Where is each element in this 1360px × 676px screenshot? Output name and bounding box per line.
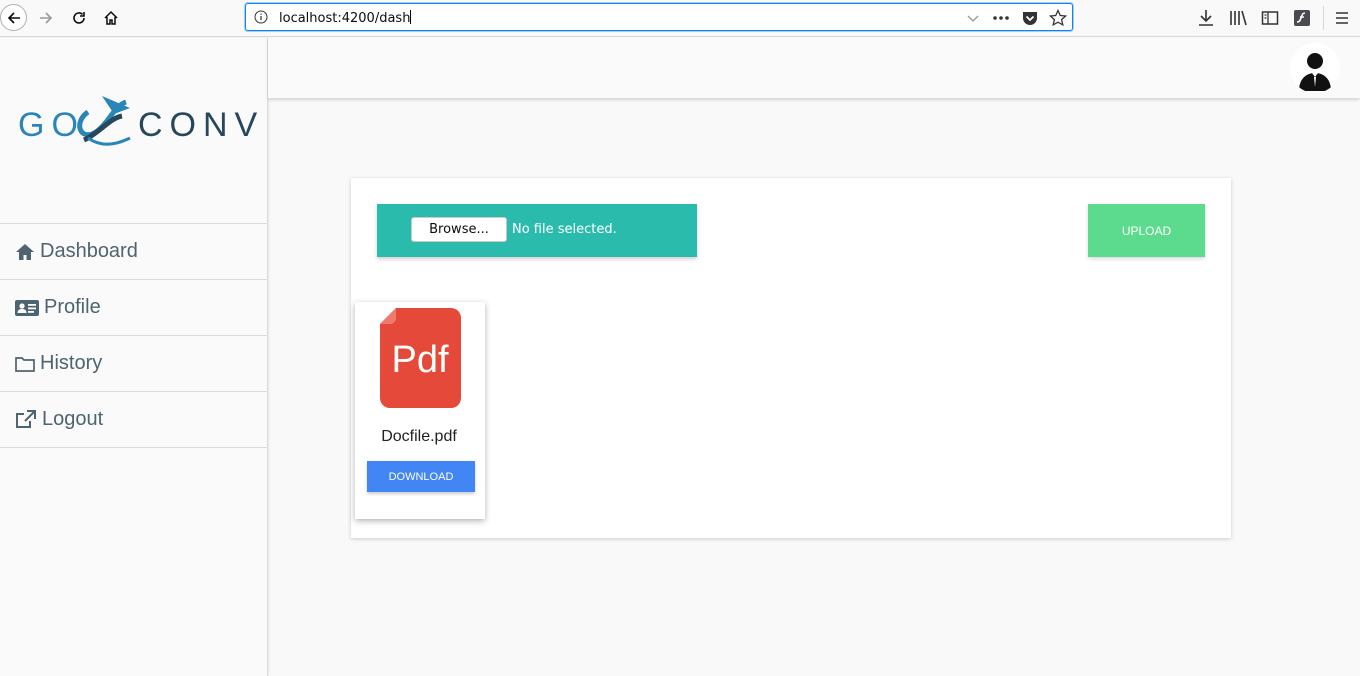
sidebar-menu: Dashboard Profile History Logout — [0, 223, 268, 448]
file-name: Docfile.pdf — [381, 428, 457, 445]
upload-card: Browse... No file selected. UPLOAD Pdf D… — [351, 178, 1231, 538]
goxconv-logo: GO CONV — [18, 96, 258, 146]
avatar[interactable] — [1290, 43, 1340, 93]
file-status-text: No file selected. — [512, 222, 617, 237]
pdf-icon-label: Pdf — [391, 339, 448, 381]
back-icon — [7, 11, 20, 24]
sidebar-item-logout[interactable]: Logout — [0, 392, 268, 448]
forward-icon — [40, 12, 53, 24]
home-icon — [16, 243, 34, 260]
sidebar-item-label: Logout — [42, 408, 104, 430]
sidebar-item-label: History — [40, 352, 103, 374]
svg-text:GO: GO — [18, 106, 85, 144]
sidebar-item-label: Profile — [44, 296, 101, 318]
info-icon[interactable] — [254, 10, 268, 24]
download-button[interactable]: DOWNLOAD — [367, 461, 475, 492]
external-link-icon — [16, 409, 36, 428]
file-input-box[interactable]: Browse... No file selected. — [377, 204, 697, 257]
dropdown-icon[interactable] — [966, 9, 980, 27]
flash-icon[interactable] — [1292, 8, 1312, 28]
sidebar-item-profile[interactable]: Profile — [0, 280, 268, 336]
pdf-file-icon: Pdf — [380, 308, 461, 408]
home-button[interactable] — [97, 4, 125, 32]
library-icon[interactable] — [1228, 8, 1248, 28]
more-icon[interactable] — [992, 9, 1010, 27]
download-icon[interactable] — [1196, 8, 1216, 28]
forward-button[interactable] — [32, 4, 60, 32]
svg-text:CONV: CONV — [138, 106, 258, 144]
url-bar[interactable]: localhost:4200/dash — [245, 3, 1073, 31]
sidebar-item-label: Dashboard — [40, 240, 138, 262]
browse-button[interactable]: Browse... — [411, 217, 507, 242]
id-card-icon — [15, 299, 39, 316]
toolbar-divider — [1323, 6, 1324, 30]
top-header — [268, 38, 1360, 98]
user-avatar-icon — [1299, 53, 1331, 91]
browser-toolbar: localhost:4200/dash — [0, 0, 1360, 37]
sidebar-item-dashboard[interactable]: Dashboard — [0, 224, 268, 280]
reader-icon[interactable] — [1260, 8, 1280, 28]
folder-icon — [15, 356, 35, 372]
url-text[interactable]: localhost:4200/dash — [279, 10, 412, 26]
hamburger-menu-icon[interactable] — [1332, 8, 1352, 28]
sidebar: GO CONV Dashboard Profile History Logout — [0, 38, 268, 676]
home-icon — [104, 10, 118, 25]
reload-button[interactable] — [65, 4, 93, 32]
sidebar-item-history[interactable]: History — [0, 336, 268, 392]
upload-button[interactable]: UPLOAD — [1088, 204, 1205, 257]
pocket-icon[interactable] — [1021, 9, 1039, 27]
bookmark-star-icon[interactable] — [1049, 9, 1067, 27]
file-card: Pdf Docfile.pdf DOWNLOAD — [355, 302, 485, 519]
back-button[interactable] — [0, 4, 27, 31]
reload-icon — [73, 12, 85, 24]
